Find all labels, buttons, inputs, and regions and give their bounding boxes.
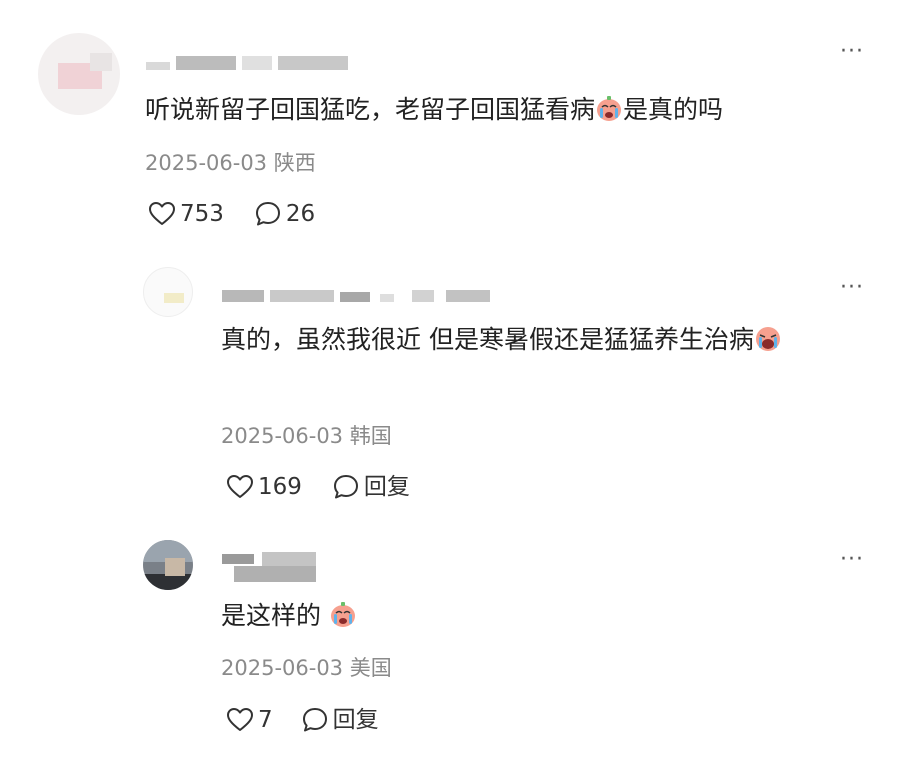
like-button[interactable]: 7 xyxy=(226,705,273,735)
username-blurred[interactable] xyxy=(222,552,322,584)
more-options-button[interactable]: ··· xyxy=(840,549,864,571)
reply-button[interactable]: 回复 xyxy=(301,705,379,735)
more-options-button[interactable]: ··· xyxy=(840,41,864,63)
speech-bubble-icon xyxy=(255,202,280,226)
comment-meta: 2025-06-03 美国 xyxy=(221,653,392,683)
comment-text: 是这样的 xyxy=(221,597,357,635)
reply-label: 回复 xyxy=(363,474,410,500)
avatar[interactable] xyxy=(143,540,193,590)
comment-item: ··· 听说新留子回国猛吃，老留子回国猛看病 是真的吗 2025-06-03 陕西… xyxy=(0,0,900,250)
reply-item: ··· 是这样的 2025-06-03 美国 7 回复 xyxy=(0,530,900,757)
like-count: 753 xyxy=(180,201,224,227)
reply-count: 26 xyxy=(285,201,316,227)
comment-text: 听说新留子回国猛吃，老留子回国猛看病 是真的吗 xyxy=(145,95,724,124)
reply-button[interactable]: 26 xyxy=(254,199,315,229)
comment-location: 陕西 xyxy=(273,151,316,175)
comment-date: 2025-06-03 xyxy=(221,424,344,448)
comment-date: 2025-06-03 xyxy=(145,151,268,175)
speech-bubble-icon xyxy=(302,708,327,732)
avatar[interactable] xyxy=(38,33,120,115)
heart-outline-icon xyxy=(149,202,175,225)
like-button[interactable]: 169 xyxy=(226,472,302,502)
comment-actions: 7 回复 xyxy=(226,705,379,735)
crying-face-emoji xyxy=(755,327,780,351)
reply-label: 回复 xyxy=(332,707,379,733)
like-button[interactable]: 753 xyxy=(148,199,224,229)
crying-face-emoji xyxy=(597,96,622,121)
more-options-button[interactable]: ··· xyxy=(840,277,864,299)
comment-text: 真的，虽然我很近 但是寒暑假还是猛猛养生治病 xyxy=(221,321,861,359)
comment-meta: 2025-06-03 陕西 xyxy=(145,148,316,178)
like-count: 169 xyxy=(258,474,302,500)
comment-location: 美国 xyxy=(349,656,392,680)
username-blurred[interactable] xyxy=(222,290,492,304)
avatar[interactable] xyxy=(143,267,193,317)
comment-meta: 2025-06-03 韩国 xyxy=(221,421,392,451)
crying-face-emoji xyxy=(330,602,355,627)
heart-outline-icon xyxy=(227,475,253,498)
comment-actions: 753 26 xyxy=(148,199,315,229)
reply-button[interactable]: 回复 xyxy=(332,472,410,502)
comment-actions: 169 回复 xyxy=(226,472,410,502)
reply-item: ··· 真的，虽然我很近 但是寒暑假还是猛猛养生治病 2025-06-03 韩国… xyxy=(0,250,900,530)
comment-location: 韩国 xyxy=(349,424,392,448)
heart-outline-icon xyxy=(227,708,253,731)
like-count: 7 xyxy=(258,707,273,733)
username-blurred[interactable] xyxy=(146,56,348,70)
comment-date: 2025-06-03 xyxy=(221,656,344,680)
speech-bubble-icon xyxy=(333,475,358,499)
